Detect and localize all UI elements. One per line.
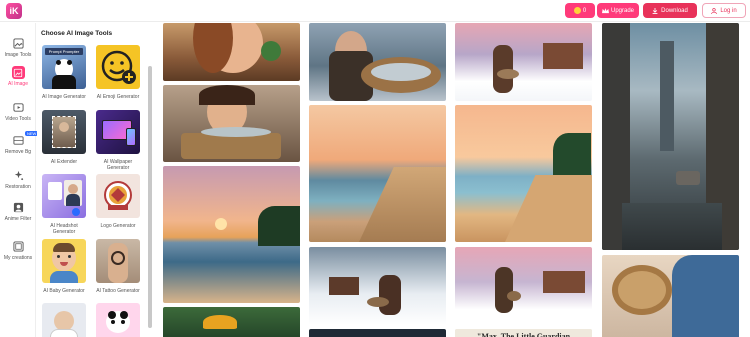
download-label: Download	[661, 7, 688, 14]
tool-thumbnail: Prompt Prompter	[42, 45, 86, 89]
nav-item-my-creations[interactable]: My creations	[0, 240, 36, 270]
download-icon	[652, 7, 658, 14]
gallery-image[interactable]	[163, 166, 300, 303]
nav-label: My creations	[3, 255, 33, 261]
tool-item[interactable]	[40, 303, 88, 337]
login-button[interactable]: Log in	[702, 3, 746, 18]
top-bar: iK 0 Upgrade Download Log in	[0, 0, 750, 22]
nav-item-restoration[interactable]: Restoration	[0, 169, 36, 199]
tool-thumbnail	[96, 239, 140, 283]
nav-label: Video Tools	[5, 116, 31, 122]
coin-icon	[573, 7, 581, 14]
tool-thumbnail	[96, 174, 140, 218]
nav-item-remove-bg[interactable]: NEW Remove Bg	[0, 131, 39, 164]
gallery-image[interactable]: "Max, The Little Guardian	[455, 329, 592, 337]
logo-text: iK	[9, 6, 19, 16]
tool-thumbnail	[42, 239, 86, 283]
tool-ai-headshot-generator[interactable]: AI Headshot Generator	[40, 174, 88, 235]
remove-bg-icon	[12, 134, 25, 147]
tool-label: AI Baby Generator	[43, 288, 85, 294]
gallery-image[interactable]	[309, 105, 446, 242]
gallery-image[interactable]	[309, 23, 446, 101]
gallery-image[interactable]	[309, 247, 446, 325]
tool-label: AI Emoji Generator	[96, 94, 140, 100]
tool-label: AI Image Generator	[42, 94, 86, 100]
crown-icon	[601, 7, 609, 13]
nav-item-anime-filter[interactable]: Anime Filter	[0, 201, 36, 231]
tools-panel: Choose AI Image Tools Prompt Prompter AI…	[37, 23, 154, 337]
tool-label: AI Extender	[50, 159, 78, 165]
restoration-icon	[12, 169, 25, 182]
nav-label: AI Image	[7, 81, 28, 87]
butterfly-icon	[203, 315, 237, 329]
tool-ai-extender[interactable]: AI Extender	[40, 110, 88, 165]
prompt-box: Prompt Prompter	[45, 48, 83, 55]
image-caption: "Max, The Little Guardian	[455, 329, 592, 337]
tool-logo-generator[interactable]: Logo Generator	[94, 174, 142, 229]
ai-image-icon	[11, 66, 25, 79]
upgrade-button[interactable]: Upgrade	[597, 3, 639, 18]
app-logo[interactable]: iK	[6, 3, 22, 19]
gallery-image[interactable]	[163, 85, 300, 162]
gallery-image[interactable]	[602, 23, 739, 250]
nav-item-video-tools[interactable]: Video Tools	[0, 101, 36, 131]
gallery-image[interactable]	[163, 23, 300, 81]
tool-ai-image-generator[interactable]: Prompt Prompter AI Image Generator	[40, 45, 88, 100]
tool-thumbnail	[42, 110, 86, 154]
nav-item-image-tools[interactable]: Image Tools	[0, 37, 36, 67]
logo-badge-icon	[104, 181, 132, 210]
tool-thumbnail	[96, 110, 140, 154]
tool-thumbnail	[42, 303, 86, 337]
basket-icon	[612, 265, 672, 315]
tool-thumbnail	[96, 45, 140, 89]
tool-label: Logo Generator	[100, 223, 136, 229]
credits-count: 0	[582, 7, 587, 14]
tool-label: AI Tattoo Generator	[96, 288, 140, 294]
credits-button[interactable]: 0	[565, 3, 595, 18]
image-tools-icon	[12, 37, 25, 50]
gallery-image[interactable]	[455, 105, 592, 242]
tool-ai-tattoo-generator[interactable]: AI Tattoo Generator	[94, 239, 142, 294]
user-icon	[711, 7, 718, 14]
nav-label: Anime Filter	[4, 216, 32, 222]
tool-ai-baby-generator[interactable]: AI Baby Generator	[40, 239, 88, 294]
phone-icon	[126, 128, 136, 146]
tool-label: AI Wallpaper Generator	[103, 159, 133, 171]
tool-ai-wallpaper-generator[interactable]: AI Wallpaper Generator	[94, 110, 142, 171]
gallery-image[interactable]	[309, 329, 446, 337]
tool-ai-emoji-generator[interactable]: AI Emoji Generator	[94, 45, 142, 100]
tool-thumbnail	[42, 174, 86, 218]
download-button[interactable]: Download	[643, 3, 697, 18]
tool-item[interactable]	[94, 303, 142, 337]
gallery-image[interactable]	[455, 247, 592, 325]
nav-item-ai-image[interactable]: AI Image	[0, 66, 36, 96]
gallery-image[interactable]	[455, 23, 592, 101]
emoji-icon	[101, 50, 136, 84]
gallery-image[interactable]	[163, 307, 300, 337]
image-gallery: "Max, The Little Guardian	[162, 23, 742, 337]
video-tools-icon	[12, 101, 25, 114]
gallery-image[interactable]	[602, 255, 739, 337]
anime-filter-icon	[12, 201, 25, 214]
upgrade-label: Upgrade	[610, 7, 634, 14]
panel-scrollbar-thumb[interactable]	[148, 66, 152, 328]
nav-label: Restoration	[5, 184, 31, 190]
my-creations-icon	[12, 240, 25, 253]
tower-icon	[660, 41, 674, 151]
login-label: Log in	[720, 7, 737, 14]
tool-label: AI Headshot Generator	[50, 223, 78, 235]
nav-label: Remove Bg	[4, 149, 32, 155]
side-nav: Image Tools AI Image Video Tools NEW Rem…	[0, 23, 39, 337]
tool-thumbnail	[96, 303, 140, 337]
tattoo-icon	[111, 251, 125, 265]
nav-label: Image Tools	[4, 52, 32, 58]
panel-title: Choose AI Image Tools	[41, 30, 113, 37]
